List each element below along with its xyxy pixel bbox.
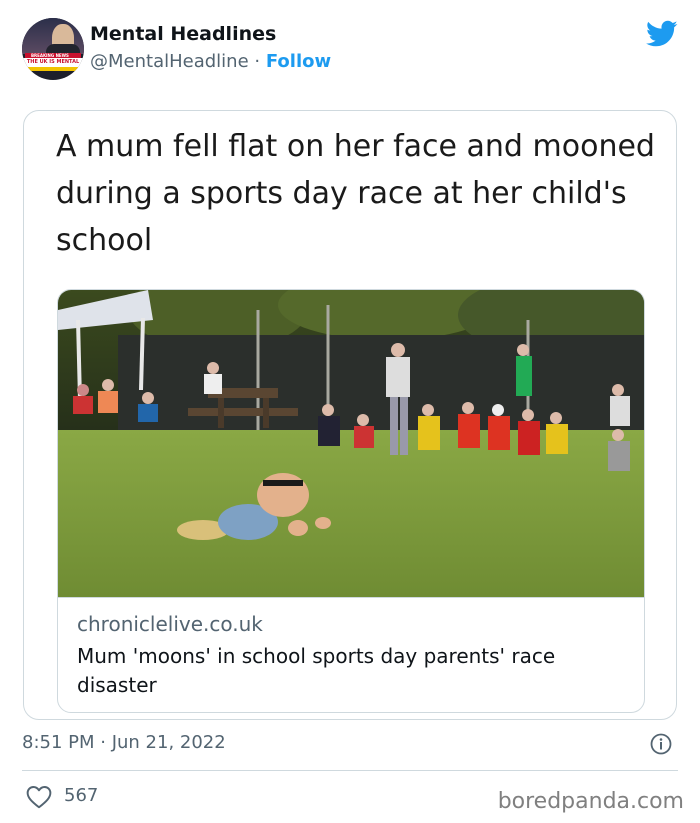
- handle-separator: ·: [254, 51, 261, 72]
- tweet-timestamp[interactable]: 8:51 PM · Jun 21, 2022: [22, 732, 226, 753]
- tweet-header: BREAKING NEWS THE UK IS MENTAL Mental He…: [22, 18, 678, 82]
- watermark: boredpanda.com: [497, 789, 684, 814]
- author-handle[interactable]: @MentalHeadline: [90, 51, 249, 72]
- like-count: 567: [64, 785, 99, 806]
- link-domain: chroniclelive.co.uk: [77, 612, 263, 636]
- twitter-bird-icon[interactable]: [646, 20, 678, 48]
- image-headline: A mum fell flat on her face and mooned d…: [56, 129, 655, 258]
- divider: [22, 770, 678, 771]
- link-preview-text[interactable]: chroniclelive.co.uk Mum 'moons' in schoo…: [58, 597, 644, 712]
- tweet-media-card[interactable]: A mum fell flat on her face and mooned d…: [23, 110, 677, 720]
- avatar[interactable]: BREAKING NEWS THE UK IS MENTAL: [22, 18, 84, 80]
- link-preview-card[interactable]: chroniclelive.co.uk Mum 'moons' in schoo…: [57, 289, 645, 713]
- author-name[interactable]: Mental Headlines: [90, 23, 276, 45]
- avatar-ticker-label: THE UK IS MENTAL: [22, 58, 84, 67]
- info-icon[interactable]: [650, 733, 672, 755]
- heart-icon[interactable]: [26, 785, 52, 809]
- follow-button[interactable]: Follow: [266, 51, 331, 72]
- link-preview-photo: [58, 290, 644, 597]
- link-title[interactable]: Mum 'moons' in school sports day parents…: [77, 642, 637, 700]
- author-handle-row: @MentalHeadline · Follow: [90, 51, 331, 72]
